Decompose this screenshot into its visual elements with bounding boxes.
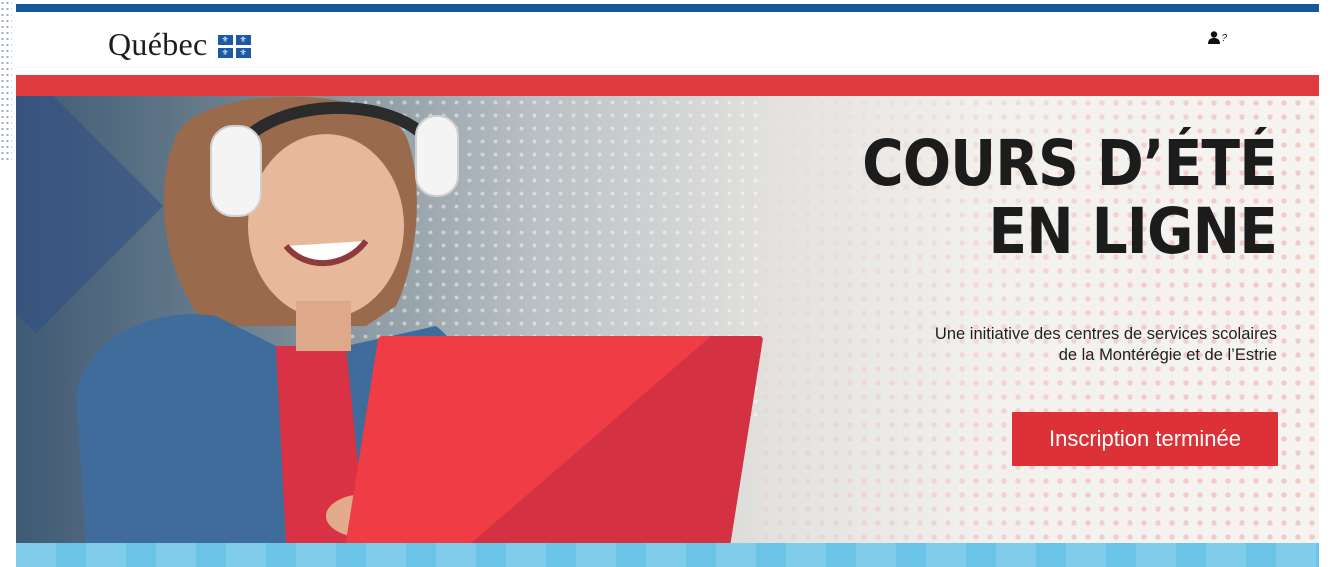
flag-fleur-icon: ⚜ [235,35,251,45]
hero-subtitle: Une initiative des centres de services s… [857,324,1277,366]
flag-fleur-icon: ⚜ [217,35,233,45]
page: Québec ⚜ ⚜ ⚜ ⚜ ? COURS D’ÉTÉ EN LIGNE Un… [0,0,1330,567]
hero-title: COURS D’ÉTÉ EN LIGNE [862,127,1278,268]
decorative-dots [0,0,12,160]
top-blue-bar [16,4,1319,12]
red-accent-bar [16,75,1319,96]
quebec-flag-icon: ⚜ ⚜ ⚜ ⚜ [217,35,251,58]
hero-subtitle-line1: Une initiative des centres de services s… [934,325,1277,343]
help-question-icon: ? [1221,33,1227,44]
laptop-image [343,336,764,543]
hero-subtitle-line2: de la Montérégie et de l’Estrie [1058,346,1277,364]
logo-text: Québec [108,26,208,62]
hero-title-line2: EN LIGNE [988,195,1278,268]
site-header: Québec ⚜ ⚜ ⚜ ⚜ ? [16,12,1319,75]
flag-fleur-icon: ⚜ [235,48,251,58]
inscription-button[interactable]: Inscription terminée [1012,412,1278,466]
bottom-blue-band [16,543,1319,567]
user-help-button[interactable]: ? [1208,31,1227,44]
flag-fleur-icon: ⚜ [217,48,233,58]
hero-banner: COURS D’ÉTÉ EN LIGNE Une initiative des … [16,96,1319,543]
quebec-logo-link[interactable]: Québec ⚜ ⚜ ⚜ ⚜ [108,26,251,63]
user-icon [1208,31,1221,44]
hero-title-line1: COURS D’ÉTÉ [862,127,1278,200]
